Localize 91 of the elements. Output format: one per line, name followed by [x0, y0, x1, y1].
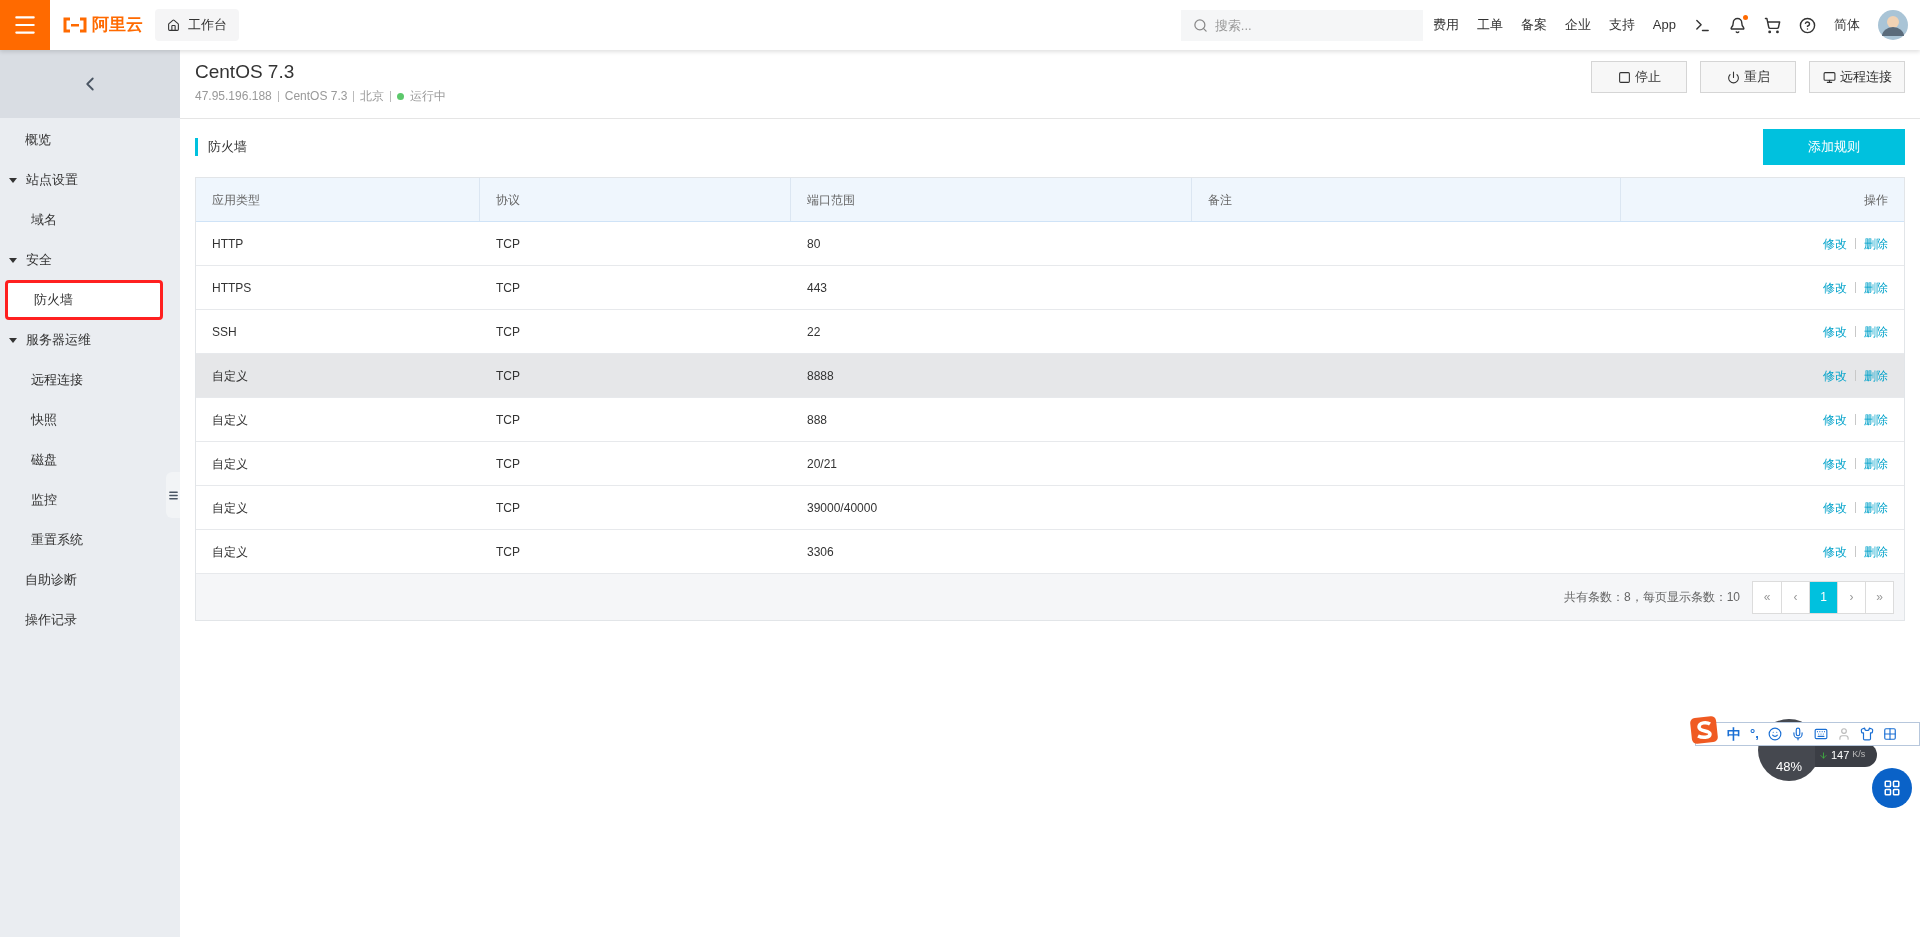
- table-cell-text: TCP: [496, 323, 520, 341]
- pagination-summary: 共有条数：8，每页显示条数：10: [1563, 589, 1740, 606]
- sidebar-section[interactable]: 服务器运维: [0, 320, 168, 360]
- ime-mode[interactable]: 中: [1727, 723, 1741, 745]
- column-header: 操作: [1864, 191, 1888, 209]
- sidebar-item[interactable]: 磁盘: [5, 440, 163, 480]
- table-cell-text: TCP: [496, 279, 520, 297]
- grid-icon[interactable]: [1882, 727, 1897, 741]
- table-cell-text: TCP: [496, 499, 520, 517]
- table-cell-text: 自定义: [212, 499, 248, 517]
- table-cell-text: 自定义: [212, 543, 248, 561]
- action-button[interactable]: 重启: [1700, 61, 1796, 93]
- sidebar-item[interactable]: 监控: [5, 480, 163, 520]
- apps-button[interactable]: [1872, 768, 1912, 808]
- language-link[interactable]: 简体: [1834, 15, 1860, 35]
- home-icon: [167, 18, 180, 32]
- sidebar-item[interactable]: 防火墙: [5, 280, 163, 320]
- sidebar-item[interactable]: 概览: [5, 120, 163, 160]
- caret-icon: [8, 175, 18, 185]
- logo-text: 阿里云: [92, 14, 143, 37]
- table-cell-text: 80: [807, 235, 821, 253]
- sidebar-section[interactable]: 站点设置: [0, 160, 168, 200]
- sidebar-toggle[interactable]: [166, 472, 180, 518]
- microphone-icon[interactable]: [1790, 727, 1805, 741]
- speed-unit: K/s: [1852, 748, 1866, 762]
- table-cell-text: SSH: [212, 323, 237, 341]
- nav-link[interactable]: 企业: [1564, 15, 1591, 35]
- server-info: 47.95.196.188: [195, 88, 272, 105]
- sidebar-item[interactable]: 域名: [5, 200, 163, 240]
- sidebar-item[interactable]: 重置系统: [5, 520, 163, 560]
- table-cell-text: 8888: [807, 367, 834, 385]
- cart-icon[interactable]: [1764, 16, 1781, 34]
- down-arrow-icon: [1819, 750, 1828, 760]
- power-icon: [1726, 70, 1740, 84]
- server-info: CentOS 7.3: [284, 88, 348, 105]
- caret-icon: [8, 255, 18, 265]
- caret-icon: [8, 335, 18, 345]
- speed-value: 147: [1831, 747, 1850, 763]
- sidebar-item[interactable]: 快照: [5, 400, 163, 440]
- search-icon: [1192, 17, 1208, 33]
- nav-link[interactable]: 支持: [1608, 15, 1635, 35]
- action-button[interactable]: 停止: [1591, 61, 1687, 93]
- avatar[interactable]: [1878, 10, 1908, 40]
- table-cell-text: TCP: [496, 367, 520, 385]
- table-cell-text: HTTP: [212, 235, 244, 253]
- nav-link[interactable]: 费用: [1432, 15, 1459, 35]
- help-icon[interactable]: [1799, 16, 1816, 34]
- nav-link[interactable]: App: [1652, 15, 1676, 35]
- workbench-button[interactable]: 工作台: [155, 9, 239, 41]
- column-header: 端口范围: [807, 191, 855, 209]
- table-cell-text: 自定义: [212, 455, 248, 473]
- table-cell-text: 3306: [807, 543, 834, 561]
- speed-percent: 48%: [1776, 760, 1802, 773]
- nav-link[interactable]: 备案: [1520, 15, 1547, 35]
- table-cell-text: 自定义: [212, 411, 248, 429]
- page-title: CentOS 7.3: [195, 60, 296, 84]
- table-cell-text: TCP: [496, 411, 520, 429]
- menu-button[interactable]: [0, 0, 50, 50]
- server-info: 北京: [360, 88, 385, 105]
- sidebar-item[interactable]: 操作记录: [5, 600, 163, 640]
- keyboard-icon[interactable]: [1813, 727, 1828, 741]
- list-icon: [167, 489, 179, 501]
- table-cell-text: TCP: [496, 455, 520, 473]
- table-cell-text: 443: [807, 279, 828, 297]
- column-header: 备注: [1208, 191, 1232, 209]
- table-cell-text: TCP: [496, 235, 520, 253]
- logo-icon: [62, 17, 88, 33]
- sidebar-item[interactable]: 远程连接: [5, 360, 163, 400]
- monitor-icon: [1822, 70, 1836, 84]
- bell-icon[interactable]: [1729, 16, 1746, 34]
- column-header: 应用类型: [212, 191, 260, 209]
- apps-icon: [1883, 779, 1901, 797]
- sidebar-section[interactable]: 安全: [0, 240, 168, 280]
- stop-icon: [1617, 70, 1631, 84]
- sidebar-item[interactable]: 自助诊断: [5, 560, 163, 600]
- smiley-icon[interactable]: [1767, 727, 1782, 741]
- table-cell-text: 22: [807, 323, 821, 341]
- column-header: 协议: [496, 191, 520, 209]
- search-field[interactable]: 搜索...: [1180, 9, 1423, 41]
- table-cell-text: 自定义: [212, 367, 248, 385]
- table-cell-text: 39000/40000: [807, 499, 878, 517]
- ime-punctuation[interactable]: °,: [1750, 724, 1759, 744]
- table-cell-text: 20/21: [807, 455, 838, 473]
- section-title: 防火墙: [208, 138, 247, 157]
- shirt-icon[interactable]: [1859, 727, 1874, 741]
- table-cell-text: 888: [807, 411, 828, 429]
- action-button[interactable]: 远程连接: [1809, 61, 1905, 93]
- table-cell-text: TCP: [496, 543, 520, 561]
- table-cell-text: HTTPS: [212, 279, 252, 297]
- nav-link[interactable]: 工单: [1476, 15, 1503, 35]
- status-text: 运行中: [410, 88, 447, 105]
